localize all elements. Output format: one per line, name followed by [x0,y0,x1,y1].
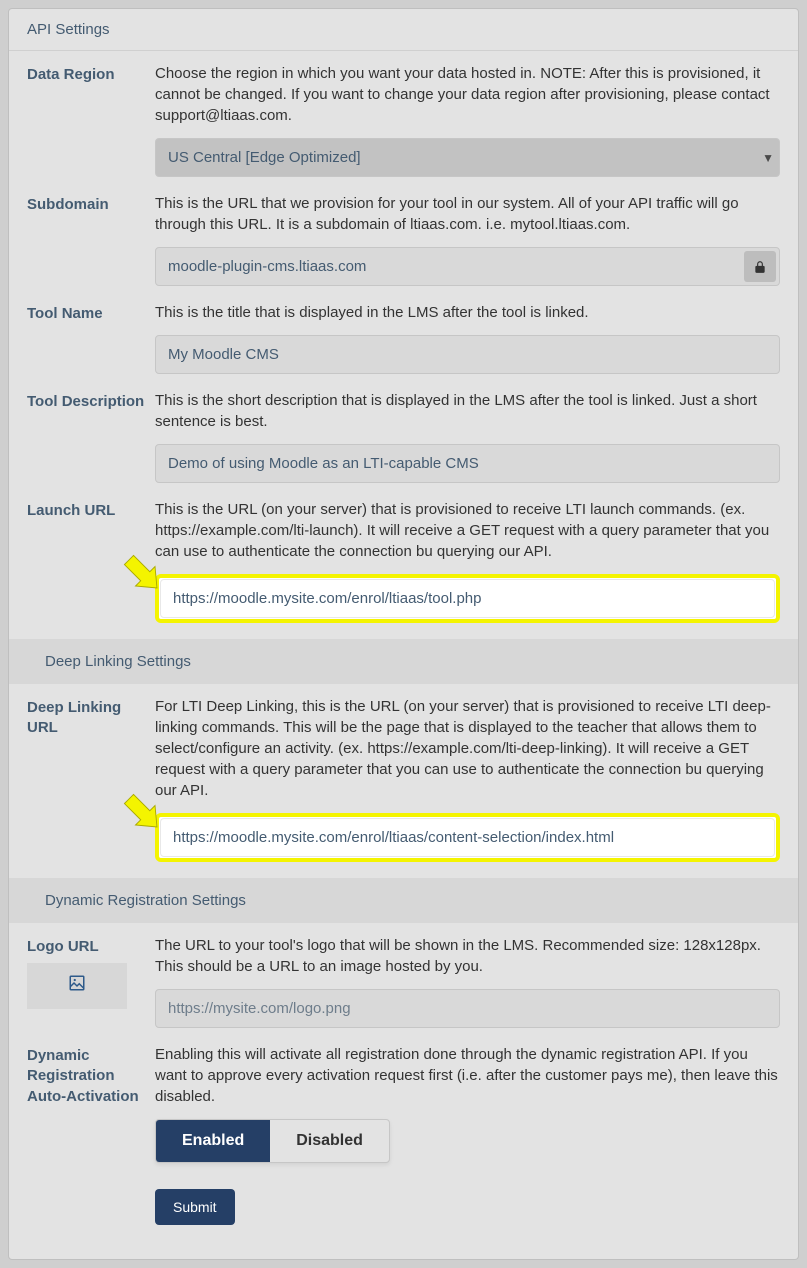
submit-button[interactable]: Submit [155,1189,235,1225]
row-logo-url: Logo URL The URL to your tool's logo tha… [27,935,780,1028]
row-auto-activation: Dynamic Registration Auto-Activation Ena… [27,1044,780,1225]
section-dynamic-registration: Dynamic Registration Settings [9,878,798,923]
label-logo-url: Logo URL [27,938,99,955]
section-deep-linking: Deep Linking Settings [9,639,798,684]
desc-tool-description: This is the short description that is di… [155,390,780,432]
lock-icon [744,251,776,282]
desc-deep-linking-url: For LTI Deep Linking, this is the URL (o… [155,696,780,801]
desc-data-region: Choose the region in which you want your… [155,63,780,126]
logo-url-input[interactable] [155,989,780,1028]
logo-placeholder [27,963,127,1009]
panel-title: API Settings [9,9,798,51]
row-tool-description: Tool Description This is the short descr… [27,390,780,483]
tool-description-input[interactable] [155,444,780,483]
label-launch-url: Launch URL [27,499,155,521]
image-icon [68,974,86,998]
row-launch-url: Launch URL This is the URL (on your serv… [27,499,780,623]
row-subdomain: Subdomain This is the URL that we provis… [27,193,780,286]
api-settings-panel: API Settings Data Region Choose the regi… [8,8,799,1260]
desc-subdomain: This is the URL that we provision for yo… [155,193,780,235]
disabled-button[interactable]: Disabled [270,1120,389,1162]
auto-activation-toggle: Enabled Disabled [155,1119,390,1163]
tool-name-input[interactable] [155,335,780,374]
enabled-button[interactable]: Enabled [156,1120,270,1162]
desc-logo-url: The URL to your tool's logo that will be… [155,935,780,977]
row-deep-linking-url: Deep Linking URL For LTI Deep Linking, t… [27,696,780,862]
desc-auto-activation: Enabling this will activate all registra… [155,1044,780,1107]
label-subdomain: Subdomain [27,193,155,215]
desc-launch-url: This is the URL (on your server) that is… [155,499,780,562]
deep-linking-url-input[interactable] [160,818,775,857]
desc-tool-name: This is the title that is displayed in t… [155,302,780,323]
launch-url-input[interactable] [160,579,775,618]
label-tool-name: Tool Name [27,302,155,324]
data-region-select[interactable]: US Central [Edge Optimized] [155,138,780,177]
row-tool-name: Tool Name This is the title that is disp… [27,302,780,374]
label-auto-activation: Dynamic Registration Auto-Activation [27,1044,155,1107]
label-deep-linking-url: Deep Linking URL [27,696,155,739]
label-tool-description: Tool Description [27,390,155,412]
row-data-region: Data Region Choose the region in which y… [27,63,780,177]
label-data-region: Data Region [27,63,155,85]
subdomain-input [155,247,780,286]
